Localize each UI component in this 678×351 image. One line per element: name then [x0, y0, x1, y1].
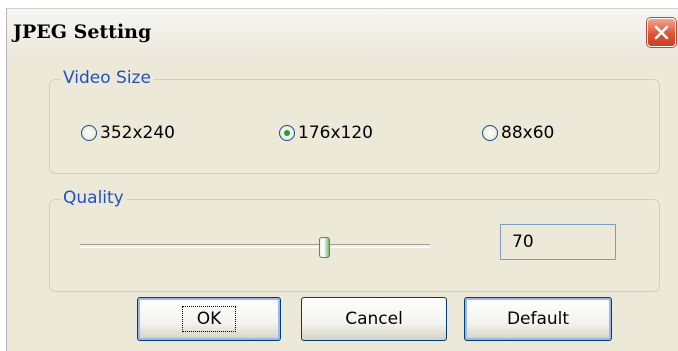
radio-button-icon	[279, 125, 295, 141]
radio-176x120[interactable]: 176x120	[279, 122, 373, 144]
quality-slider[interactable]	[80, 237, 430, 258]
title-bar[interactable]: JPEG Setting	[7, 9, 678, 59]
ok-button[interactable]: OK	[137, 297, 281, 341]
radio-selected-dot	[284, 130, 290, 136]
radio-button-icon	[482, 125, 498, 141]
quality-value-field[interactable]: 70	[500, 224, 616, 260]
cancel-button[interactable]: Cancel	[301, 297, 447, 341]
radio-label: 352x240	[100, 123, 175, 143]
video-size-legend: Video Size	[60, 68, 154, 88]
radio-352x240[interactable]: 352x240	[81, 122, 175, 144]
video-size-group: Video Size 352x240 176x120 88x60	[49, 68, 660, 174]
radio-button-icon	[81, 125, 97, 141]
close-button[interactable]	[647, 18, 676, 47]
quality-group: Quality 70	[49, 188, 660, 292]
close-icon	[654, 25, 669, 40]
slider-thumb[interactable]	[319, 237, 330, 258]
window-title: JPEG Setting	[13, 21, 152, 43]
radio-label: 88x60	[501, 123, 555, 143]
ok-button-label: OK	[181, 306, 237, 332]
radio-88x60[interactable]: 88x60	[482, 122, 554, 144]
default-button[interactable]: Default	[464, 297, 612, 341]
jpeg-setting-dialog: JPEG Setting Video Size 352x240 176x120 …	[6, 8, 678, 351]
quality-legend: Quality	[60, 188, 127, 208]
radio-label: 176x120	[298, 123, 373, 143]
